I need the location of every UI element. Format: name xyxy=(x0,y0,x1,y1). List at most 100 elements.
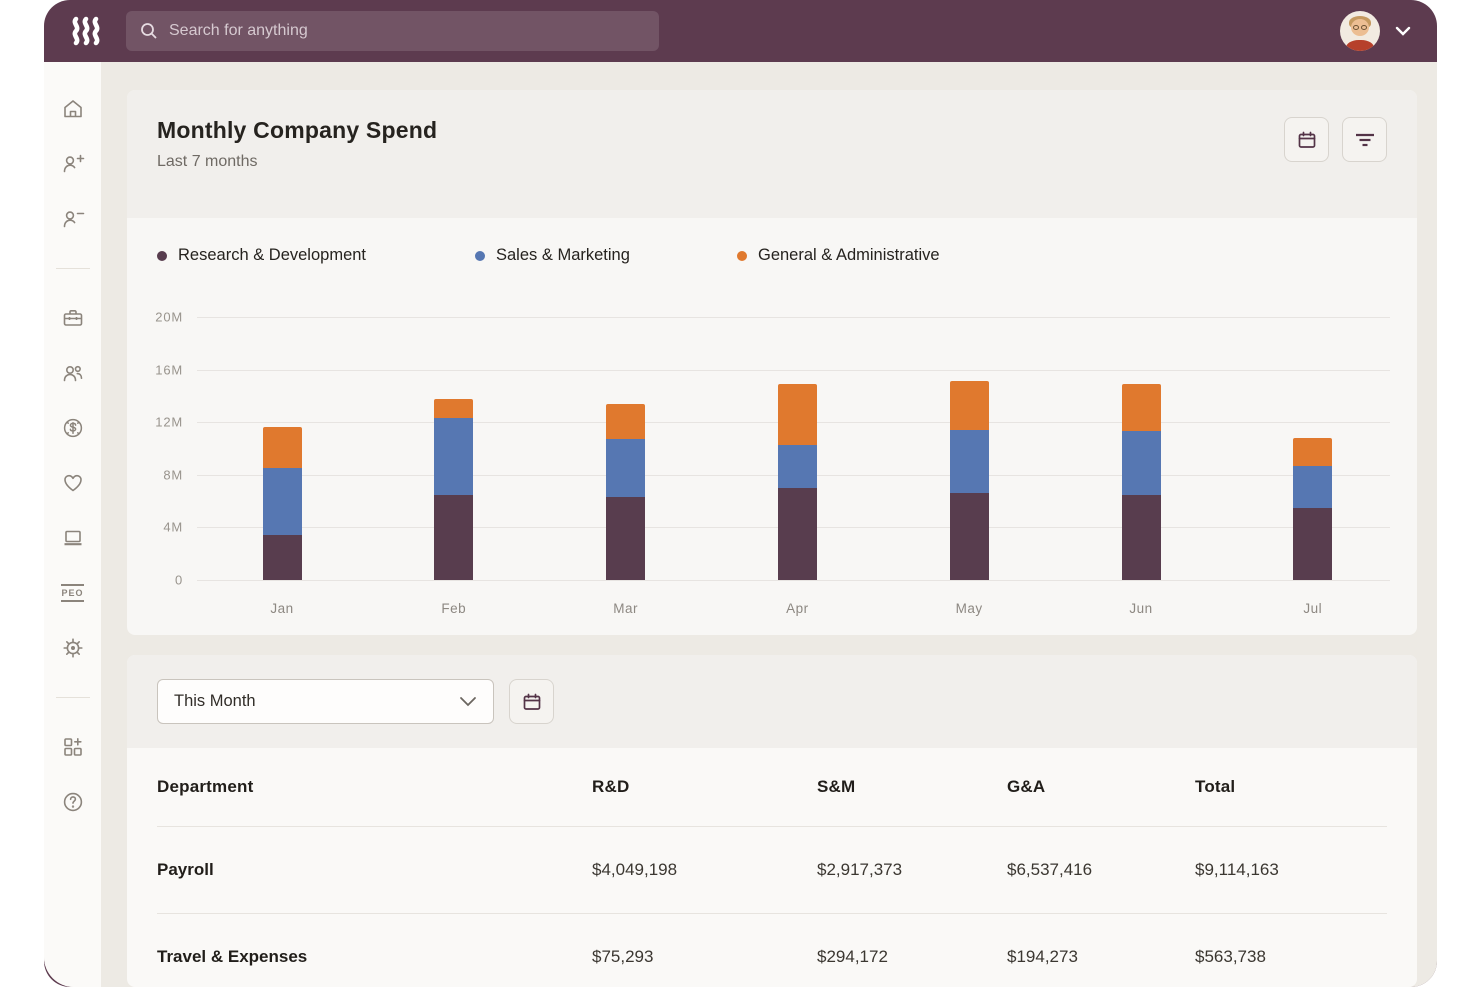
x-axis-label: Feb xyxy=(441,601,466,616)
bar-segment[interactable] xyxy=(778,384,817,444)
bar-segment[interactable] xyxy=(434,418,473,494)
bar-segment[interactable] xyxy=(263,468,302,535)
y-axis-tick: 16M xyxy=(155,362,183,377)
bar-mar[interactable] xyxy=(606,404,645,580)
bar-jun[interactable] xyxy=(1122,384,1161,580)
rippling-logo-icon[interactable] xyxy=(71,16,105,46)
table-row-payroll: Payroll $4,049,198 $2,917,373 $6,537,416… xyxy=(157,827,1387,913)
bar-feb[interactable] xyxy=(434,399,473,580)
column-header-total: Total xyxy=(1195,777,1387,797)
bar-segment[interactable] xyxy=(263,427,302,468)
bar-segment[interactable] xyxy=(606,404,645,440)
bar-segment[interactable] xyxy=(1122,431,1161,494)
column-header-rnd: R&D xyxy=(592,777,817,797)
bar-jul[interactable] xyxy=(1293,438,1332,580)
peo-icon: PEO xyxy=(61,584,83,602)
search-icon xyxy=(139,21,159,41)
period-select-value: This Month xyxy=(174,692,256,711)
column-header-ga: G&A xyxy=(1007,777,1195,797)
bar-segment[interactable] xyxy=(778,445,817,488)
sidebar-item-team[interactable] xyxy=(61,359,85,387)
spend-chart-card: Monthly Company Spend Last 7 months xyxy=(127,90,1417,635)
department-spend-table: Department R&D S&M G&A Total Payroll $4,… xyxy=(127,748,1417,987)
user-remove-icon xyxy=(61,207,85,231)
laptop-icon xyxy=(61,526,85,550)
bar-segment[interactable] xyxy=(1293,438,1332,466)
user-avatar[interactable] xyxy=(1340,11,1380,51)
chevron-down-icon xyxy=(459,696,477,707)
bar-apr[interactable] xyxy=(778,384,817,580)
bar-may[interactable] xyxy=(950,381,989,580)
sidebar-item-settings[interactable] xyxy=(61,634,85,662)
home-icon xyxy=(61,97,85,121)
sidebar-item-remove-user[interactable] xyxy=(61,205,85,233)
bar-segment[interactable] xyxy=(1122,495,1161,580)
legend-item-rnd[interactable]: Research & Development xyxy=(157,246,475,265)
gridline: 20M xyxy=(197,317,1390,318)
user-add-icon xyxy=(61,152,85,176)
cell-sm: $2,917,373 xyxy=(817,860,1007,880)
y-axis-tick: 12M xyxy=(155,415,183,430)
department-spend-card: This Month xyxy=(127,655,1417,987)
filter-button[interactable] xyxy=(1342,117,1387,162)
bar-jan[interactable] xyxy=(263,427,302,580)
sidebar-item-toolbox[interactable] xyxy=(61,304,85,332)
column-header-sm: S&M xyxy=(817,777,1007,797)
gridline: 0 xyxy=(197,580,1390,581)
chart-card-header: Monthly Company Spend Last 7 months xyxy=(127,90,1417,218)
table-calendar-button[interactable] xyxy=(509,679,554,724)
sidebar-item-benefits[interactable] xyxy=(61,469,85,497)
sidebar-item-apps[interactable] xyxy=(61,733,85,761)
briefcase-icon xyxy=(61,306,85,330)
calendar-button[interactable] xyxy=(1284,117,1329,162)
bar-segment[interactable] xyxy=(434,399,473,419)
calendar-icon xyxy=(520,690,544,714)
bar-segment[interactable] xyxy=(1122,384,1161,431)
global-search[interactable] xyxy=(126,11,659,51)
sidebar-item-peo[interactable]: PEO xyxy=(61,579,83,607)
bar-segment[interactable] xyxy=(778,488,817,580)
sidebar-item-help[interactable] xyxy=(61,788,85,816)
cell-rnd: $75,293 xyxy=(592,947,817,967)
y-axis-tick: 0 xyxy=(175,573,183,588)
search-input[interactable] xyxy=(169,22,646,40)
legend-item-sm[interactable]: Sales & Marketing xyxy=(475,246,737,265)
cell-rnd: $4,049,198 xyxy=(592,860,817,880)
sidebar-item-add-user[interactable] xyxy=(61,150,85,178)
app-window: PEO xyxy=(44,0,1437,987)
heart-icon xyxy=(61,471,85,495)
x-axis-label: Jun xyxy=(1129,601,1152,616)
bar-segment[interactable] xyxy=(950,430,989,493)
chevron-down-icon[interactable] xyxy=(1395,26,1411,36)
period-select[interactable]: This Month xyxy=(157,679,494,724)
settings-gear-icon xyxy=(61,636,85,660)
bar-segment[interactable] xyxy=(606,497,645,580)
legend-dot xyxy=(475,251,485,261)
user-menu[interactable] xyxy=(1340,11,1411,51)
bar-segment[interactable] xyxy=(606,439,645,497)
help-icon xyxy=(61,790,85,814)
main-panel: Monthly Company Spend Last 7 months xyxy=(101,62,1437,987)
bar-segment[interactable] xyxy=(950,381,989,430)
chart-legend: Research & Development Sales & Marketing… xyxy=(127,218,1417,265)
cell-sm: $294,172 xyxy=(817,947,1007,967)
bar-segment[interactable] xyxy=(263,535,302,580)
sidebar-item-home[interactable] xyxy=(61,95,85,123)
table-card-header: This Month xyxy=(127,655,1417,748)
table-header-row: Department R&D S&M G&A Total xyxy=(157,748,1387,826)
filter-icon xyxy=(1354,131,1376,149)
sidebar-divider xyxy=(56,268,90,269)
calendar-icon xyxy=(1295,128,1319,152)
cell-ga: $194,273 xyxy=(1007,947,1195,967)
bar-segment[interactable] xyxy=(950,493,989,580)
bar-segment[interactable] xyxy=(1293,466,1332,508)
sidebar-item-devices[interactable] xyxy=(61,524,85,552)
page-title: Monthly Company Spend xyxy=(157,117,437,144)
y-axis-tick: 20M xyxy=(155,310,183,325)
legend-dot xyxy=(157,251,167,261)
bar-segment[interactable] xyxy=(1293,508,1332,580)
bar-segment[interactable] xyxy=(434,495,473,580)
chart-subtitle: Last 7 months xyxy=(157,153,437,171)
legend-item-ga[interactable]: General & Administrative xyxy=(737,246,940,265)
sidebar-item-finance[interactable] xyxy=(61,414,85,442)
